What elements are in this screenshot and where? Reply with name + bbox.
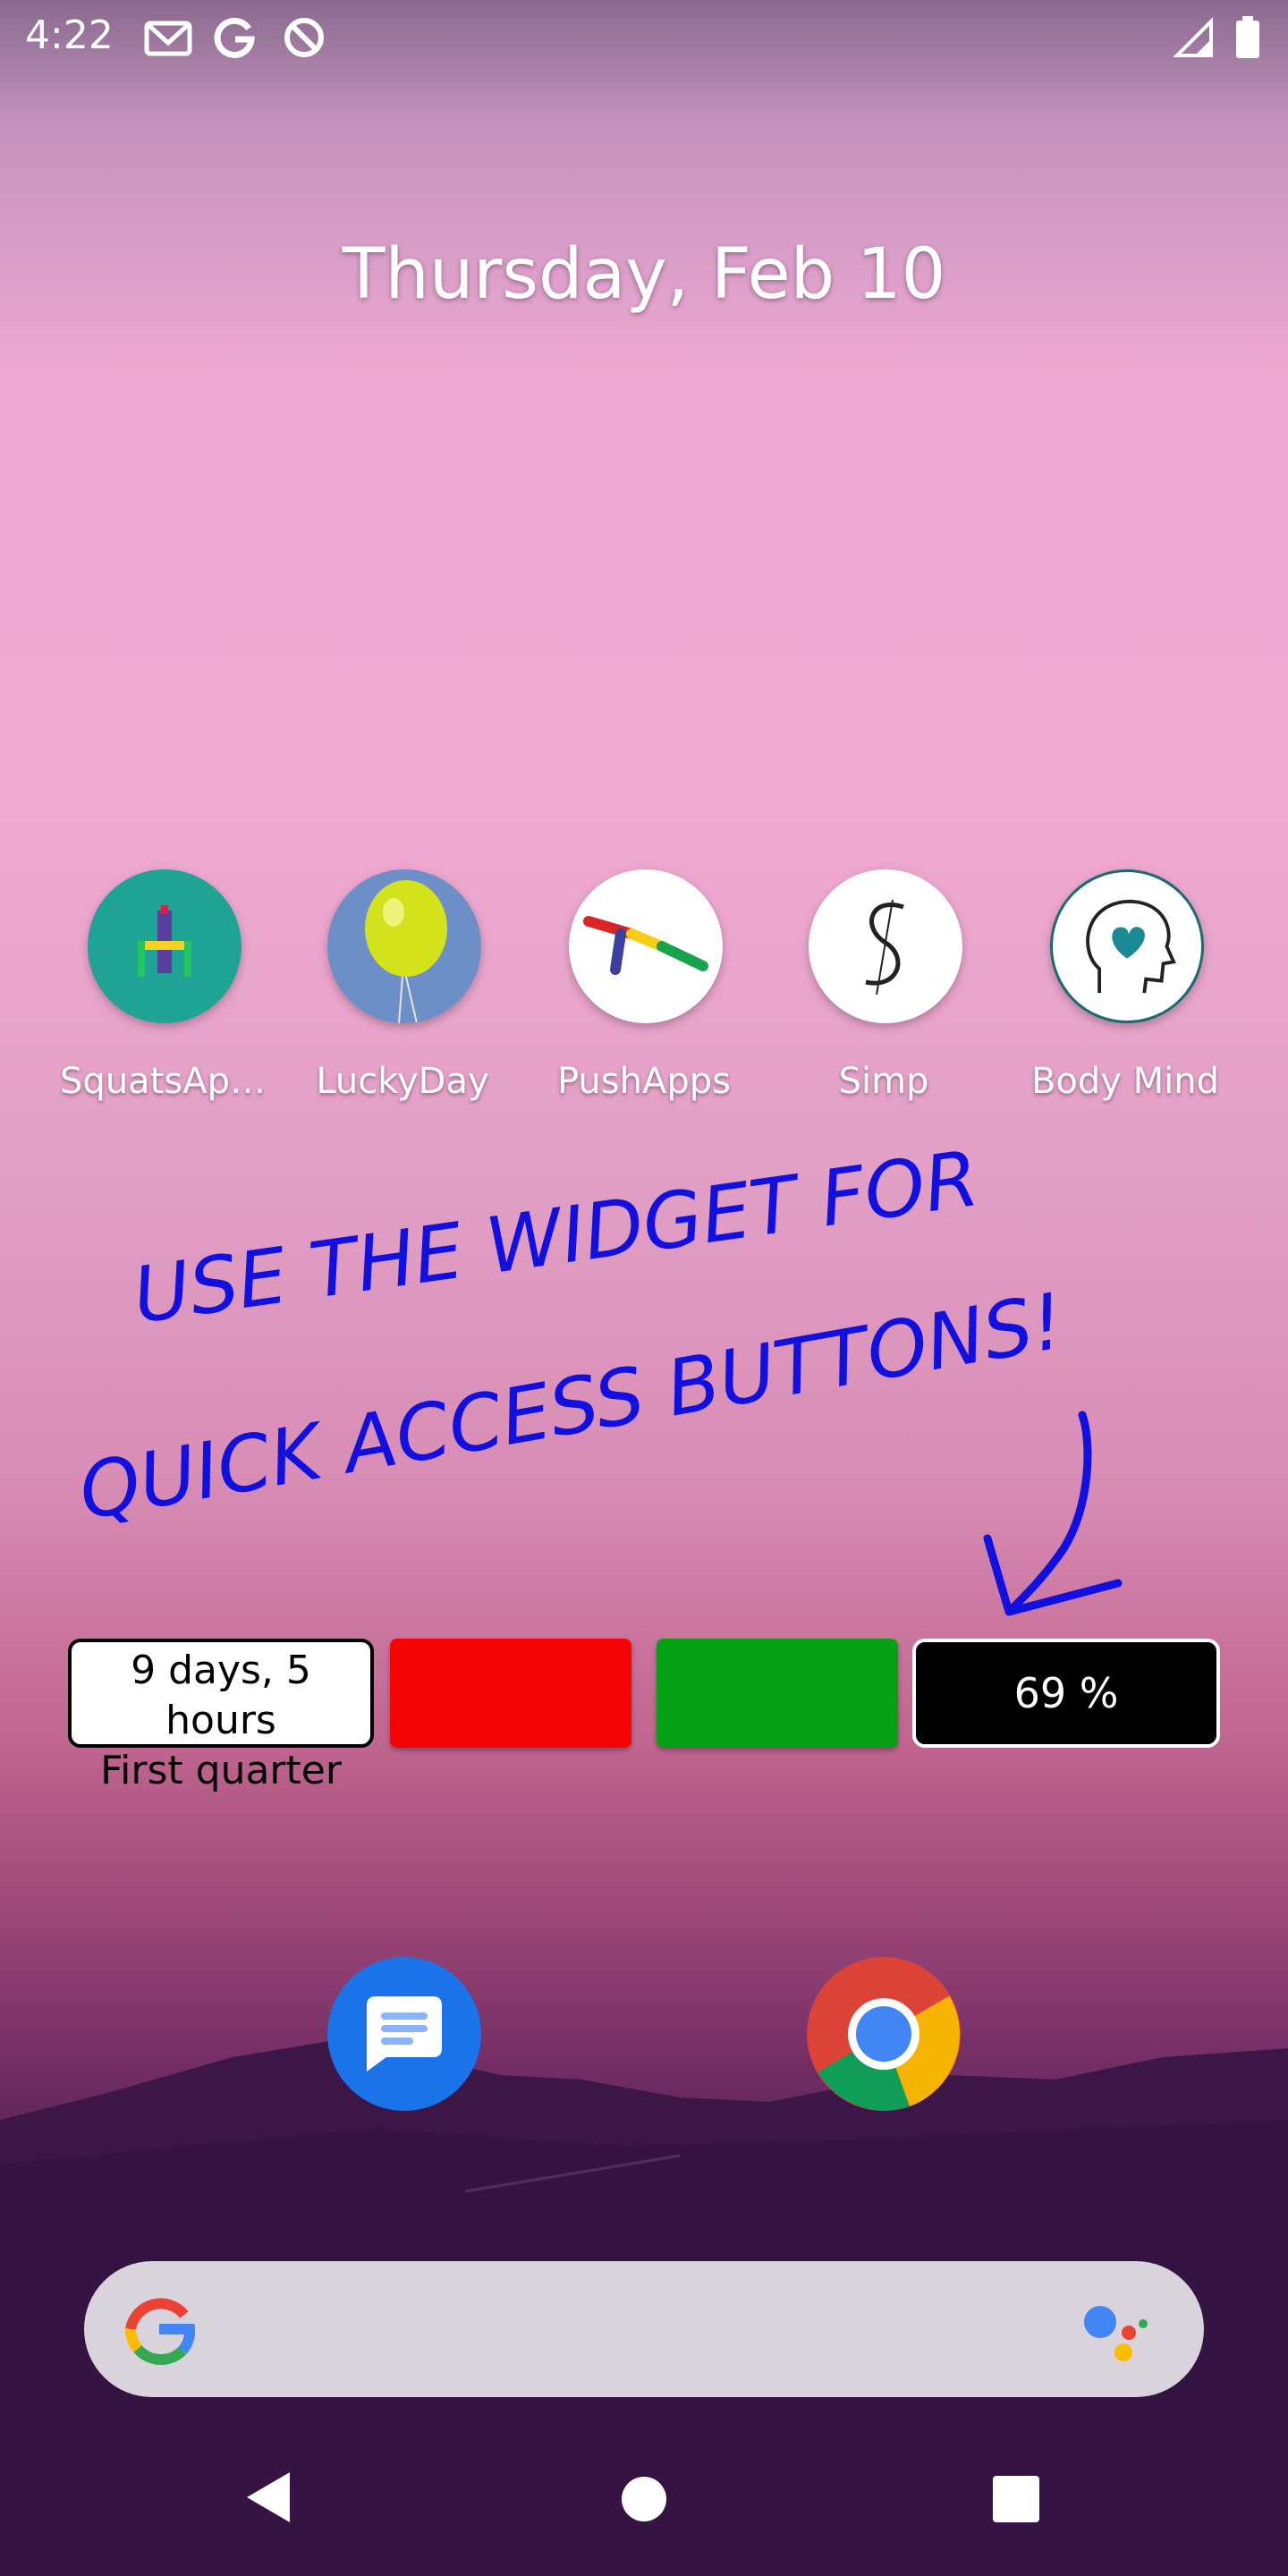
head-heart-icon bbox=[1050, 869, 1204, 1023]
assistant-icon[interactable] bbox=[1077, 2297, 1152, 2365]
battery-icon bbox=[1236, 16, 1259, 58]
status-time: 4:22 bbox=[25, 13, 114, 58]
recents-icon[interactable] bbox=[991, 2474, 1041, 2524]
no-disturb-icon bbox=[284, 18, 324, 57]
messages-icon[interactable] bbox=[326, 1955, 483, 2113]
annotation-line-1: USE THE WIDGET FOR bbox=[128, 1133, 985, 1342]
app-label: PushApps bbox=[557, 1061, 731, 1102]
simp-s-icon bbox=[809, 869, 962, 1023]
home-icon[interactable] bbox=[621, 2476, 667, 2522]
app-pushapps[interactable]: PushApps bbox=[537, 869, 751, 1120]
moon-phase: First quarter bbox=[100, 1748, 342, 1793]
balloon-icon bbox=[327, 869, 481, 1023]
date-widget[interactable]: Thursday, Feb 10 bbox=[0, 234, 1288, 315]
google-g-icon bbox=[124, 2298, 196, 2365]
app-label: LuckyDay bbox=[316, 1061, 489, 1102]
gmail-icon bbox=[144, 21, 192, 56]
app-label: Simp bbox=[838, 1061, 929, 1102]
app-body-mind[interactable]: Body Mind bbox=[1018, 869, 1233, 1120]
app-simp[interactable]: Simp bbox=[776, 869, 991, 1120]
status-bar: 4:22 bbox=[0, 0, 1288, 75]
google-icon bbox=[214, 17, 255, 58]
app-label: Body Mind bbox=[1030, 1061, 1220, 1102]
battery-widget[interactable]: 69 % bbox=[912, 1639, 1220, 1748]
app-label: SquatsAp… bbox=[60, 1061, 266, 1102]
squats-app-icon bbox=[88, 869, 242, 1023]
back-icon[interactable] bbox=[242, 2469, 295, 2526]
moon-phase-widget[interactable]: 9 days, 5 hours First quarter bbox=[68, 1639, 374, 1793]
green-quick-button[interactable] bbox=[657, 1639, 898, 1748]
arrow-annotation bbox=[983, 1411, 1123, 1616]
chrome-icon[interactable] bbox=[805, 1955, 962, 2113]
pushapps-icon bbox=[569, 869, 723, 1023]
signal-icon bbox=[1174, 17, 1213, 57]
red-quick-button[interactable] bbox=[390, 1639, 631, 1748]
app-luckyday[interactable]: LuckyDay bbox=[295, 869, 510, 1120]
moon-countdown: 9 days, 5 hours bbox=[131, 1648, 311, 1743]
app-squatsapp[interactable]: SquatsAp… bbox=[55, 869, 270, 1120]
google-search-bar[interactable] bbox=[84, 2261, 1204, 2397]
